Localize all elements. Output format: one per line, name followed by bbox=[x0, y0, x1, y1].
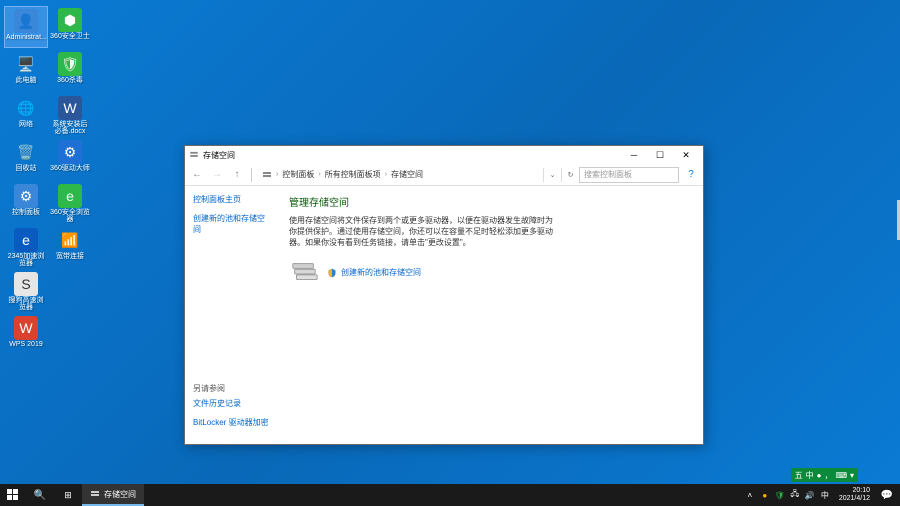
taskbar: 🔍 ⊞ 存储空间 ˄ ● 🛡 🖧 🔊 中 20:10 2021/4/12 💬 bbox=[0, 484, 900, 506]
main-heading: 管理存储空间 bbox=[289, 194, 691, 209]
desktop-icon-sogou[interactable]: S搜狗高速浏览器 bbox=[4, 270, 48, 312]
desktop-icon-360av[interactable]: 🛡360杀毒 bbox=[48, 50, 92, 92]
shield-icon bbox=[327, 268, 337, 278]
main-description: 使用存储空间将文件保存到两个或更多驱动器，以便在驱动器发生故障时为你提供保护。通… bbox=[289, 215, 559, 249]
minimize-button[interactable]: ─ bbox=[621, 147, 647, 163]
ime-punct[interactable]: ， bbox=[824, 470, 832, 481]
desktop-icon-network[interactable]: 🌐网络 bbox=[4, 94, 48, 136]
main-content: 管理存储空间 使用存储空间将文件保存到两个或更多驱动器，以便在驱动器发生故障时为… bbox=[277, 186, 703, 444]
forward-button[interactable]: → bbox=[209, 167, 225, 183]
tray-shield-icon[interactable]: 🛡 bbox=[774, 489, 786, 501]
drives-icon bbox=[90, 489, 100, 499]
search-input[interactable]: 搜索控制面板 bbox=[579, 167, 679, 183]
window-title: 存储空间 bbox=[203, 150, 621, 161]
notification-button[interactable]: 💬 bbox=[878, 484, 896, 506]
ime-mode[interactable]: 五 bbox=[795, 470, 803, 481]
breadcrumb-item[interactable]: 控制面板 bbox=[282, 169, 314, 180]
storage-spaces-window: 存储空间 ─ ☐ ✕ ← → ↑ › 控制面板 › 所有控制面板项 › 存储空间… bbox=[184, 145, 704, 445]
sidebar-create[interactable]: 创建新的池和存储空间 bbox=[193, 213, 269, 235]
title-bar: 存储空间 ─ ☐ ✕ bbox=[185, 146, 703, 164]
create-pool-link[interactable]: 创建新的池和存储空间 bbox=[327, 267, 421, 278]
tray-up-icon[interactable]: ˄ bbox=[744, 489, 756, 501]
related-bitlocker[interactable]: BitLocker 驱动器加密 bbox=[193, 417, 269, 428]
taskview-button[interactable]: ⊞ bbox=[54, 484, 82, 506]
desktop-icon-360driver[interactable]: ⚙360驱动大师 bbox=[48, 138, 92, 180]
desktop-icon-thispc[interactable]: 🖥️此电脑 bbox=[4, 50, 48, 92]
breadcrumb-item[interactable]: 存储空间 bbox=[391, 169, 423, 180]
close-button[interactable]: ✕ bbox=[673, 147, 699, 163]
address-dropdown[interactable]: ⌄ bbox=[543, 168, 557, 182]
app-icon bbox=[189, 150, 199, 160]
refresh-button[interactable]: ↻ bbox=[561, 168, 575, 182]
start-button[interactable] bbox=[0, 484, 26, 506]
ime-lang[interactable]: 中 bbox=[806, 470, 814, 481]
related-filehistory[interactable]: 文件历史记录 bbox=[193, 398, 269, 409]
system-tray: ˄ ● 🛡 🖧 🔊 中 20:10 2021/4/12 💬 bbox=[744, 484, 900, 506]
clock[interactable]: 20:10 2021/4/12 bbox=[835, 487, 874, 502]
tray-volume-icon[interactable]: 🔊 bbox=[804, 489, 816, 501]
breadcrumb-item[interactable]: 所有控制面板项 bbox=[325, 169, 381, 180]
desktop-icon-360safe[interactable]: ⬢360安全卫士 bbox=[48, 6, 92, 48]
back-button[interactable]: ← bbox=[189, 167, 205, 183]
desktop-icon-docx[interactable]: W系统安装后必备.docx bbox=[48, 94, 92, 136]
desktop-icon-wps[interactable]: WWPS 2019 bbox=[4, 314, 48, 356]
drives-icon bbox=[262, 170, 272, 180]
tray-network-icon[interactable]: 🖧 bbox=[789, 489, 801, 501]
nav-bar: ← → ↑ › 控制面板 › 所有控制面板项 › 存储空间 ⌄ ↻ 搜索控制面板… bbox=[185, 164, 703, 186]
desktop-icon-360browser[interactable]: e360安全浏览器 bbox=[48, 182, 92, 224]
sidebar-home[interactable]: 控制面板主页 bbox=[193, 194, 269, 205]
ime-soft[interactable]: ⌨ bbox=[835, 471, 847, 480]
windows-icon bbox=[7, 489, 19, 501]
tray-ime-icon[interactable]: 中 bbox=[819, 489, 831, 501]
search-button[interactable]: 🔍 bbox=[26, 484, 54, 506]
address-bar[interactable]: › 控制面板 › 所有控制面板项 › 存储空间 bbox=[258, 169, 539, 180]
tray-360-icon[interactable]: ● bbox=[759, 489, 771, 501]
ime-menu[interactable]: ▾ bbox=[850, 471, 854, 480]
ime-icon[interactable]: ● bbox=[817, 471, 822, 480]
help-button[interactable]: ? bbox=[683, 167, 699, 183]
desktop-icon-2345[interactable]: e2345加速浏览器 bbox=[4, 226, 48, 268]
desktop-icon-control[interactable]: ⚙控制面板 bbox=[4, 182, 48, 224]
desktop-icon-admin[interactable]: 👤Administrat... bbox=[4, 6, 48, 48]
up-button[interactable]: ↑ bbox=[229, 167, 245, 183]
taskbar-app-storage[interactable]: 存储空间 bbox=[82, 484, 144, 506]
sidebar: 控制面板主页 创建新的池和存储空间 另请参阅 文件历史记录 BitLocker … bbox=[185, 186, 277, 444]
desktop-icon-recycle[interactable]: 🗑️回收站 bbox=[4, 138, 48, 180]
desktop-icon-broadband[interactable]: 📶宽带连接 bbox=[48, 226, 92, 268]
ime-toolbar[interactable]: 五 中 ● ， ⌨ ▾ bbox=[791, 468, 858, 482]
desktop: 👤Administrat... ⬢360安全卫士 🖥️此电脑 🛡360杀毒 🌐网… bbox=[4, 6, 92, 356]
storage-drives-icon bbox=[289, 259, 319, 287]
maximize-button[interactable]: ☐ bbox=[647, 147, 673, 163]
related-heading: 另请参阅 bbox=[193, 383, 269, 394]
